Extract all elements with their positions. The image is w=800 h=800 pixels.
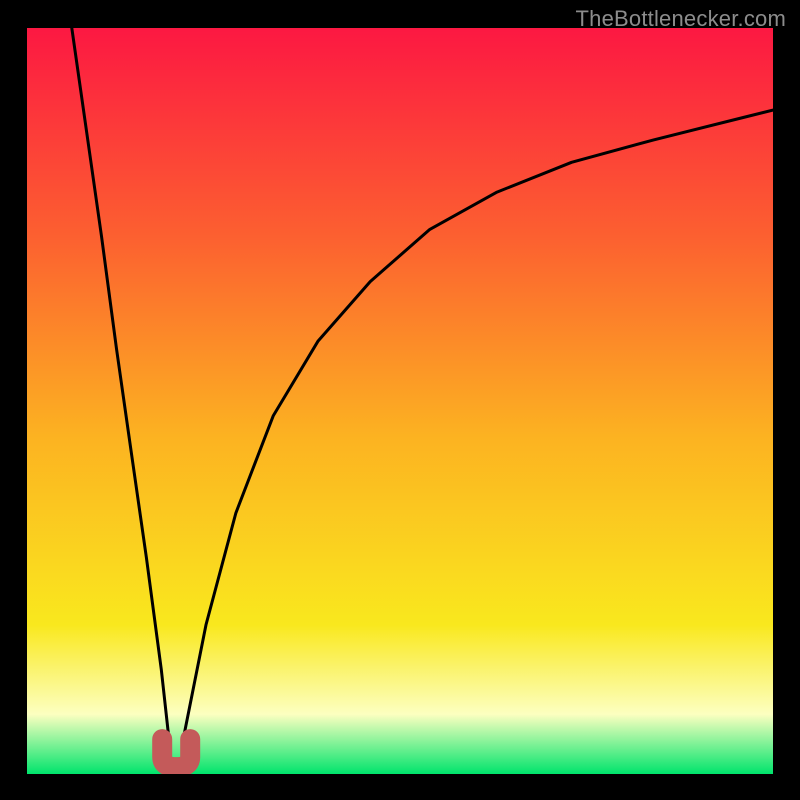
chart-stage: TheBottlenecker.com xyxy=(0,0,800,800)
attribution-text: TheBottlenecker.com xyxy=(576,6,786,32)
chart-svg xyxy=(0,0,800,800)
plot-background xyxy=(27,28,773,774)
